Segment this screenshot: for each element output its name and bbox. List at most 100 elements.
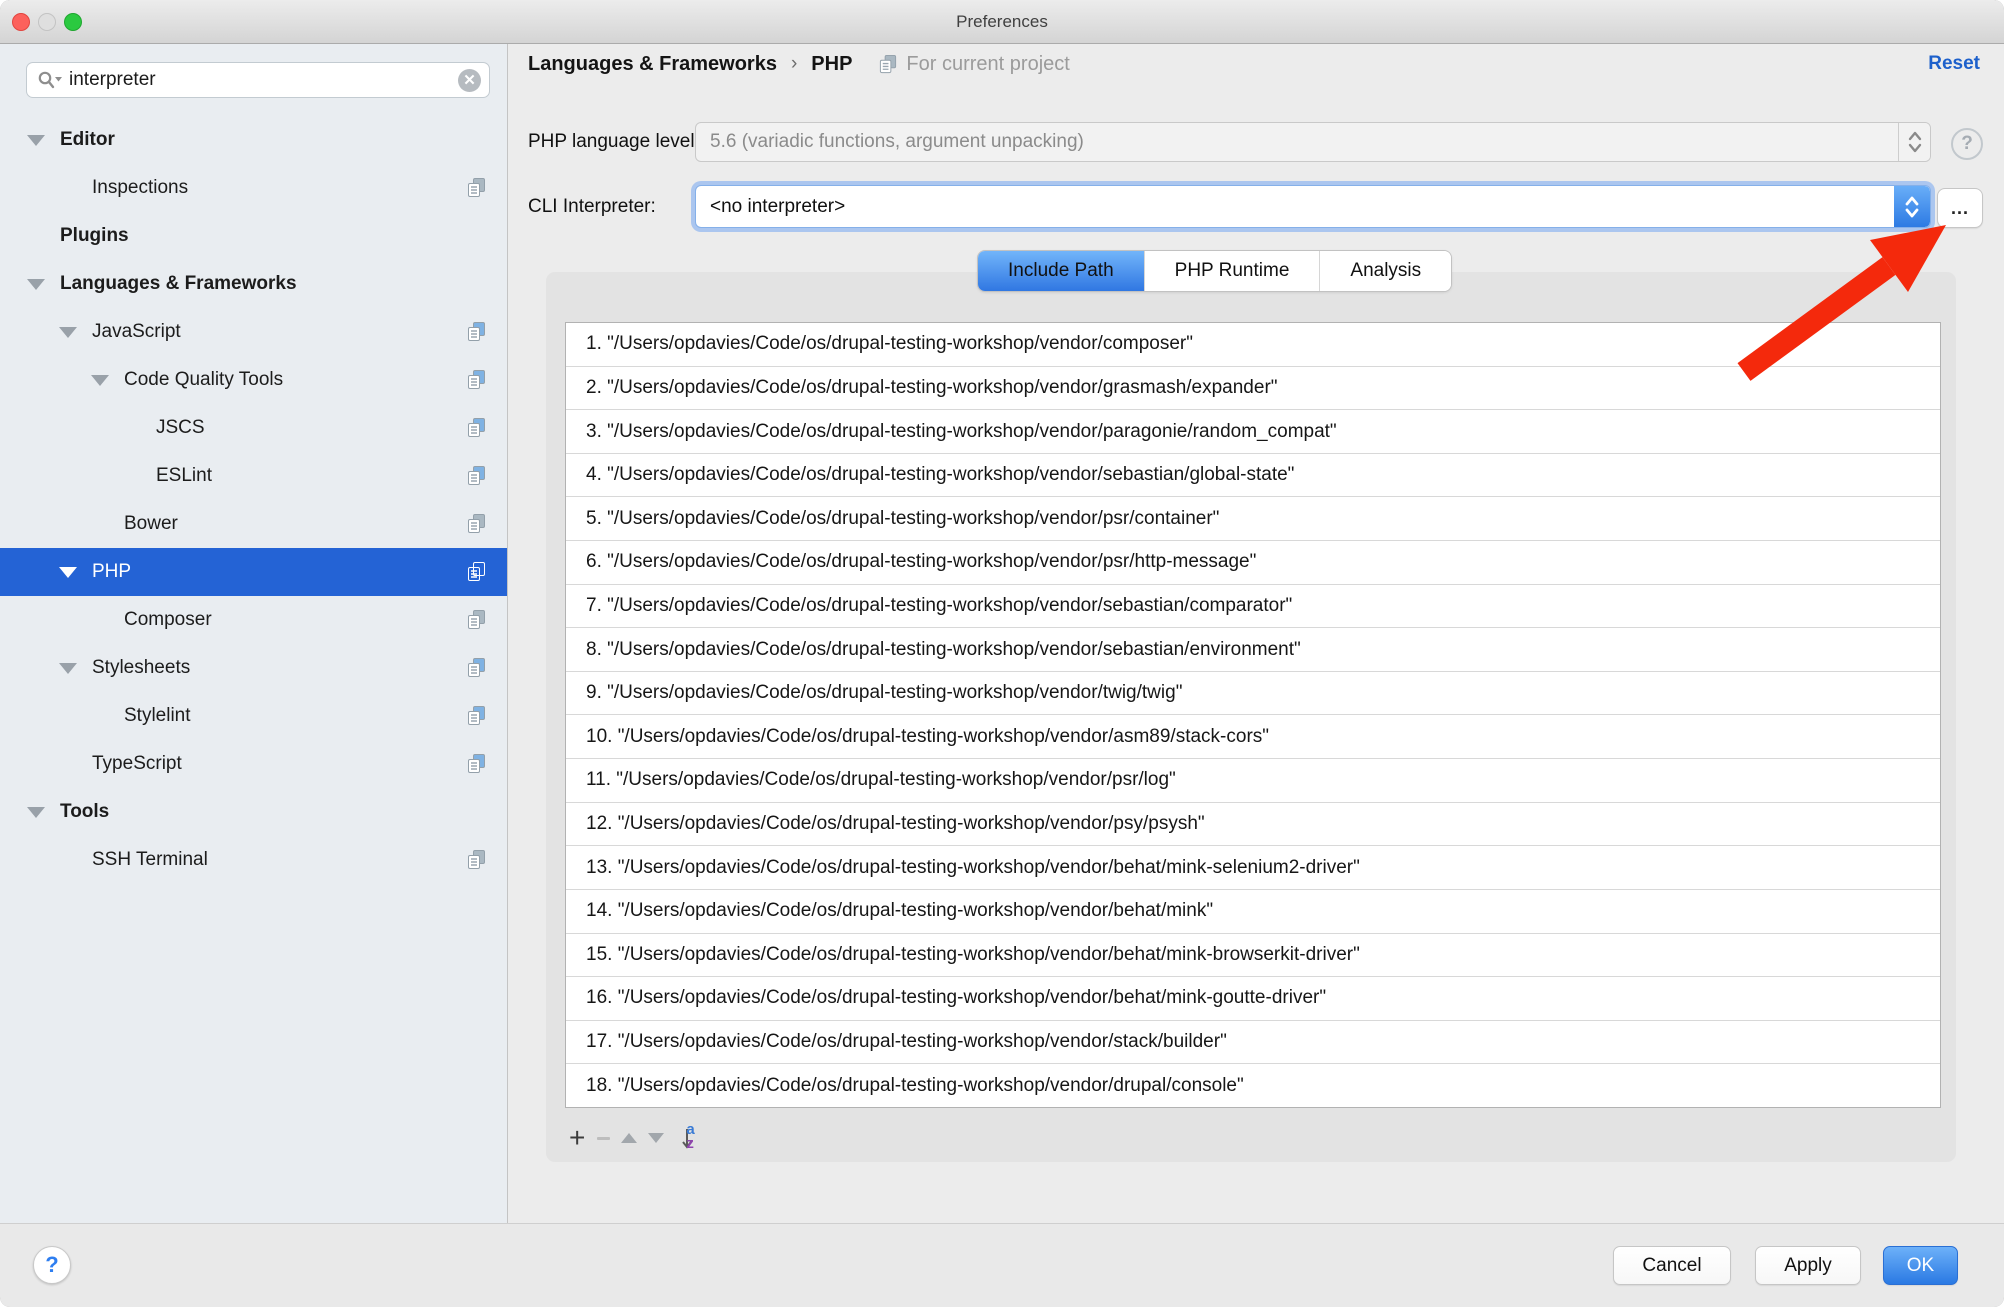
expand-arrow-icon: [90, 596, 110, 644]
sidebar-item-label: PHP: [92, 561, 131, 583]
sort-alphabetically-button[interactable]: a z: [675, 1124, 701, 1152]
copy-icon: [466, 753, 487, 775]
move-up-button[interactable]: [621, 1133, 637, 1143]
php-language-level-select[interactable]: 5.6 (variadic functions, argument unpack…: [695, 122, 1931, 162]
scope-label: For current project: [878, 53, 1069, 76]
include-path-row[interactable]: 4. "/Users/opdavies/Code/os/drupal-testi…: [566, 454, 1940, 498]
sidebar-item-composer[interactable]: Composer: [0, 596, 507, 644]
copy-icon: [466, 321, 487, 343]
minimize-button[interactable]: [38, 13, 56, 31]
expand-arrow-icon: [26, 212, 46, 260]
include-path-row[interactable]: 16. "/Users/opdavies/Code/os/drupal-test…: [566, 977, 1940, 1021]
browse-interpreters-button[interactable]: ...: [1937, 188, 1983, 228]
close-button[interactable]: [12, 13, 30, 31]
include-path-row[interactable]: 8. "/Users/opdavies/Code/os/drupal-testi…: [566, 628, 1940, 672]
include-path-row[interactable]: 6. "/Users/opdavies/Code/os/drupal-testi…: [566, 541, 1940, 585]
expand-arrow-icon[interactable]: [58, 308, 78, 356]
copy-icon: [878, 54, 898, 75]
include-path-row[interactable]: 15. "/Users/opdavies/Code/os/drupal-test…: [566, 934, 1940, 978]
expand-arrow-icon[interactable]: [90, 356, 110, 404]
include-path-row[interactable]: 1. "/Users/opdavies/Code/os/drupal-testi…: [566, 323, 1940, 367]
preferences-window: Preferences ✕ EditorInspections PluginsL…: [0, 0, 2004, 1307]
apply-button[interactable]: Apply: [1755, 1246, 1861, 1285]
sidebar-item-label: ESLint: [156, 465, 212, 487]
breadcrumb-separator: ›: [791, 53, 797, 75]
sidebar-item-php[interactable]: PHP: [0, 548, 507, 596]
sidebar-item-plugins[interactable]: Plugins: [0, 212, 507, 260]
title-bar: Preferences: [0, 0, 2004, 44]
php-language-level-label: PHP language level:: [528, 122, 700, 162]
expand-arrow-icon[interactable]: [26, 116, 46, 164]
ok-button[interactable]: OK: [1883, 1246, 1958, 1285]
sidebar-item-label: JSCS: [156, 417, 205, 439]
include-path-row[interactable]: 11. "/Users/opdavies/Code/os/drupal-test…: [566, 759, 1940, 803]
zoom-button[interactable]: [64, 13, 82, 31]
tab-include-path[interactable]: Include Path: [978, 251, 1144, 291]
include-path-row[interactable]: 14. "/Users/opdavies/Code/os/drupal-test…: [566, 890, 1940, 934]
help-icon[interactable]: ?: [1951, 128, 1983, 160]
expand-arrow-icon: [90, 500, 110, 548]
copy-icon: [466, 561, 487, 583]
sidebar-item-stylesheets[interactable]: Stylesheets: [0, 644, 507, 692]
sidebar-item-javascript[interactable]: JavaScript: [0, 308, 507, 356]
sidebar-item-jscs[interactable]: JSCS: [0, 404, 507, 452]
expand-arrow-icon[interactable]: [58, 548, 78, 596]
stepper-icon[interactable]: [1898, 123, 1930, 161]
footer-bar: ? Cancel Apply OK: [0, 1223, 2004, 1307]
cli-interpreter-label: CLI Interpreter:: [528, 185, 656, 228]
include-path-row[interactable]: 10. "/Users/opdavies/Code/os/drupal-test…: [566, 715, 1940, 759]
copy-icon: [466, 609, 487, 631]
include-path-row[interactable]: 7. "/Users/opdavies/Code/os/drupal-testi…: [566, 585, 1940, 629]
expand-arrow-icon[interactable]: [58, 644, 78, 692]
cancel-button[interactable]: Cancel: [1613, 1246, 1731, 1285]
include-path-row[interactable]: 17. "/Users/opdavies/Code/os/drupal-test…: [566, 1021, 1940, 1065]
breadcrumb-php: PHP: [811, 53, 852, 76]
copy-icon: [466, 705, 487, 727]
include-path-row[interactable]: 2. "/Users/opdavies/Code/os/drupal-testi…: [566, 367, 1940, 411]
move-down-button[interactable]: [648, 1133, 664, 1143]
include-path-panel: 1. "/Users/opdavies/Code/os/drupal-testi…: [546, 272, 1956, 1162]
expand-arrow-icon[interactable]: [26, 260, 46, 308]
include-path-row[interactable]: 3. "/Users/opdavies/Code/os/drupal-testi…: [566, 410, 1940, 454]
sidebar-item-editor[interactable]: Editor: [0, 116, 507, 164]
sidebar-item-label: TypeScript: [92, 753, 182, 775]
php-language-level-value: 5.6 (variadic functions, argument unpack…: [696, 131, 1898, 153]
sidebar-item-code-quality-tools[interactable]: Code Quality Tools: [0, 356, 507, 404]
include-path-row[interactable]: 5. "/Users/opdavies/Code/os/drupal-testi…: [566, 497, 1940, 541]
breadcrumb: Languages & Frameworks › PHP For current…: [528, 44, 1070, 84]
reset-link[interactable]: Reset: [1928, 44, 1980, 84]
sidebar-item-stylelint[interactable]: Stylelint: [0, 692, 507, 740]
include-path-row[interactable]: 12. "/Users/opdavies/Code/os/drupal-test…: [566, 803, 1940, 847]
sidebar-item-tools[interactable]: Tools: [0, 788, 507, 836]
expand-arrow-icon: [58, 836, 78, 884]
sidebar-item-label: Stylesheets: [92, 657, 190, 679]
sidebar-item-inspections[interactable]: Inspections: [0, 164, 507, 212]
sidebar-item-typescript[interactable]: TypeScript: [0, 740, 507, 788]
window-title: Preferences: [956, 12, 1048, 32]
remove-path-button[interactable]: [596, 1137, 610, 1140]
clear-search-icon[interactable]: ✕: [458, 69, 481, 92]
search-input[interactable]: [69, 69, 458, 91]
cli-interpreter-select[interactable]: <no interpreter>: [695, 185, 1931, 228]
expand-arrow-icon[interactable]: [26, 788, 46, 836]
tab-php-runtime[interactable]: PHP Runtime: [1144, 251, 1320, 291]
copy-icon: [466, 177, 487, 199]
scope-text: For current project: [906, 53, 1069, 76]
sidebar-item-ssh-terminal[interactable]: SSH Terminal: [0, 836, 507, 884]
search-icon[interactable]: [37, 70, 63, 90]
sidebar-item-languages-frameworks[interactable]: Languages & Frameworks: [0, 260, 507, 308]
breadcrumb-languages-frameworks: Languages & Frameworks: [528, 53, 777, 76]
expand-arrow-icon: [122, 452, 142, 500]
stepper-icon[interactable]: [1894, 186, 1930, 227]
sidebar-item-eslint[interactable]: ESLint: [0, 452, 507, 500]
tab-analysis[interactable]: Analysis: [1319, 251, 1451, 291]
sidebar-item-bower[interactable]: Bower: [0, 500, 507, 548]
include-path-row[interactable]: 9. "/Users/opdavies/Code/os/drupal-testi…: [566, 672, 1940, 716]
cli-interpreter-value: <no interpreter>: [696, 196, 1894, 218]
include-path-row[interactable]: 13. "/Users/opdavies/Code/os/drupal-test…: [566, 846, 1940, 890]
search-field[interactable]: ✕: [26, 62, 490, 98]
include-path-row[interactable]: 18. "/Users/opdavies/Code/os/drupal-test…: [566, 1064, 1940, 1107]
tab-bar: Include Path PHP Runtime Analysis: [978, 251, 1451, 291]
add-path-button[interactable]: +: [569, 1128, 585, 1148]
help-button[interactable]: ?: [33, 1246, 71, 1284]
